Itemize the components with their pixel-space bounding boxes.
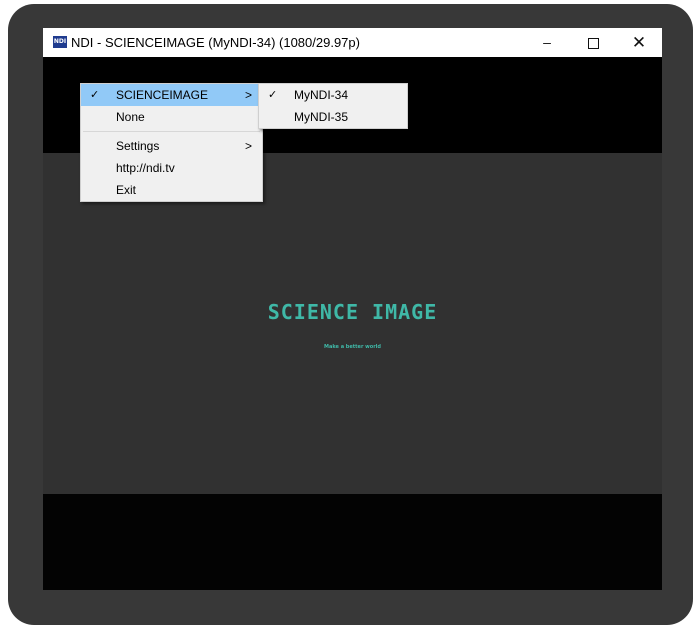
submenu-arrow-icon: > xyxy=(244,139,252,153)
submenu-item-label: MyNDI-34 xyxy=(294,88,349,102)
science-image-logo: SCIENCE IMAGE xyxy=(267,300,438,324)
source-submenu: ✓ MyNDI-34 MyNDI-35 xyxy=(258,83,408,129)
menu-item-exit[interactable]: Exit xyxy=(81,179,262,201)
submenu-item-myndi-34[interactable]: ✓ MyNDI-34 xyxy=(259,84,407,106)
context-menu: ✓ SCIENCEIMAGE > None Settings > http://… xyxy=(80,83,263,202)
menu-item-scienceimage[interactable]: ✓ SCIENCEIMAGE > xyxy=(81,84,262,106)
submenu-arrow-icon: > xyxy=(244,88,252,102)
submenu-item-myndi-35[interactable]: MyNDI-35 xyxy=(259,106,407,128)
title-bar[interactable]: NDI NDI - SCIENCEIMAGE (MyNDI-34) (1080/… xyxy=(43,28,662,57)
menu-separator xyxy=(83,131,260,132)
check-icon: ✓ xyxy=(90,89,100,101)
window-title: NDI - SCIENCEIMAGE (MyNDI-34) (1080/29.9… xyxy=(71,35,360,50)
check-icon: ✓ xyxy=(268,89,278,101)
maximize-button[interactable] xyxy=(570,28,616,57)
menu-item-settings[interactable]: Settings > xyxy=(81,135,262,157)
menu-item-label: Settings xyxy=(116,139,160,153)
video-letterbox-bottom xyxy=(43,494,662,590)
menu-item-label: None xyxy=(116,110,145,124)
minimize-button[interactable]: – xyxy=(524,28,570,57)
logo-tagline: Make a better world xyxy=(324,344,381,350)
ndi-app-icon: NDI xyxy=(53,36,67,48)
maximize-icon xyxy=(587,37,599,49)
menu-item-label: Exit xyxy=(116,183,137,197)
menu-item-label: http://ndi.tv xyxy=(116,161,175,175)
menu-item-label: SCIENCEIMAGE xyxy=(116,88,209,102)
submenu-item-label: MyNDI-35 xyxy=(294,110,349,124)
menu-item-none[interactable]: None xyxy=(81,106,262,128)
close-button[interactable]: ✕ xyxy=(616,28,662,57)
menu-item-website[interactable]: http://ndi.tv xyxy=(81,157,262,179)
